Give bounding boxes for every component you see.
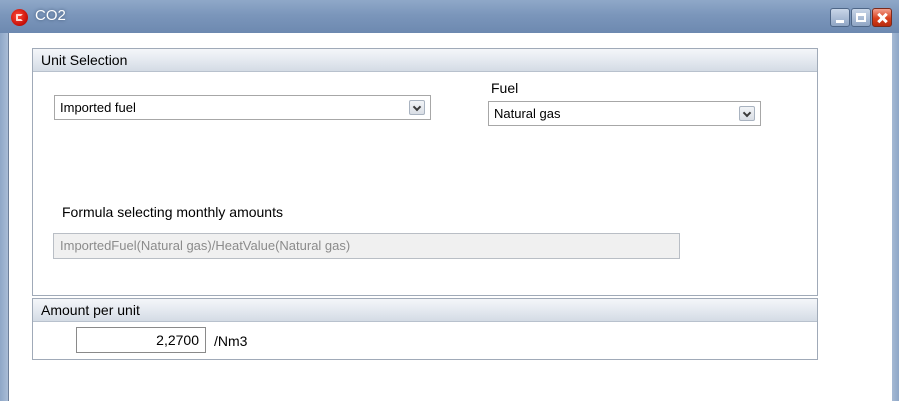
formula-field: ImportedFuel(Natural gas)/HeatValue(Natu…	[53, 233, 680, 259]
fuel-source-select[interactable]: Imported fuel	[54, 95, 431, 120]
fuel-select[interactable]: Natural gas	[488, 101, 761, 126]
window-title: CO2	[35, 7, 66, 24]
maximize-button[interactable]	[851, 8, 871, 27]
chevron-down-icon[interactable]	[739, 106, 755, 121]
amount-input[interactable]: 2,2700	[76, 327, 206, 353]
formula-label: Formula selecting monthly amounts	[62, 204, 283, 220]
fuel-source-value: Imported fuel	[60, 100, 136, 115]
close-button[interactable]	[872, 8, 892, 27]
window-frame-right	[891, 33, 899, 401]
minimize-button[interactable]	[830, 8, 850, 27]
chevron-down-icon[interactable]	[409, 100, 425, 115]
window-frame-left	[0, 33, 8, 401]
amount-per-unit-header: Amount per unit	[33, 299, 817, 322]
app-icon[interactable]	[11, 9, 28, 26]
fuel-value: Natural gas	[494, 106, 561, 121]
amount-unit-label: /Nm3	[214, 333, 248, 349]
unit-selection-header: Unit Selection	[33, 49, 817, 72]
title-bar[interactable]: CO2	[0, 0, 899, 34]
fuel-label: Fuel	[491, 80, 519, 96]
